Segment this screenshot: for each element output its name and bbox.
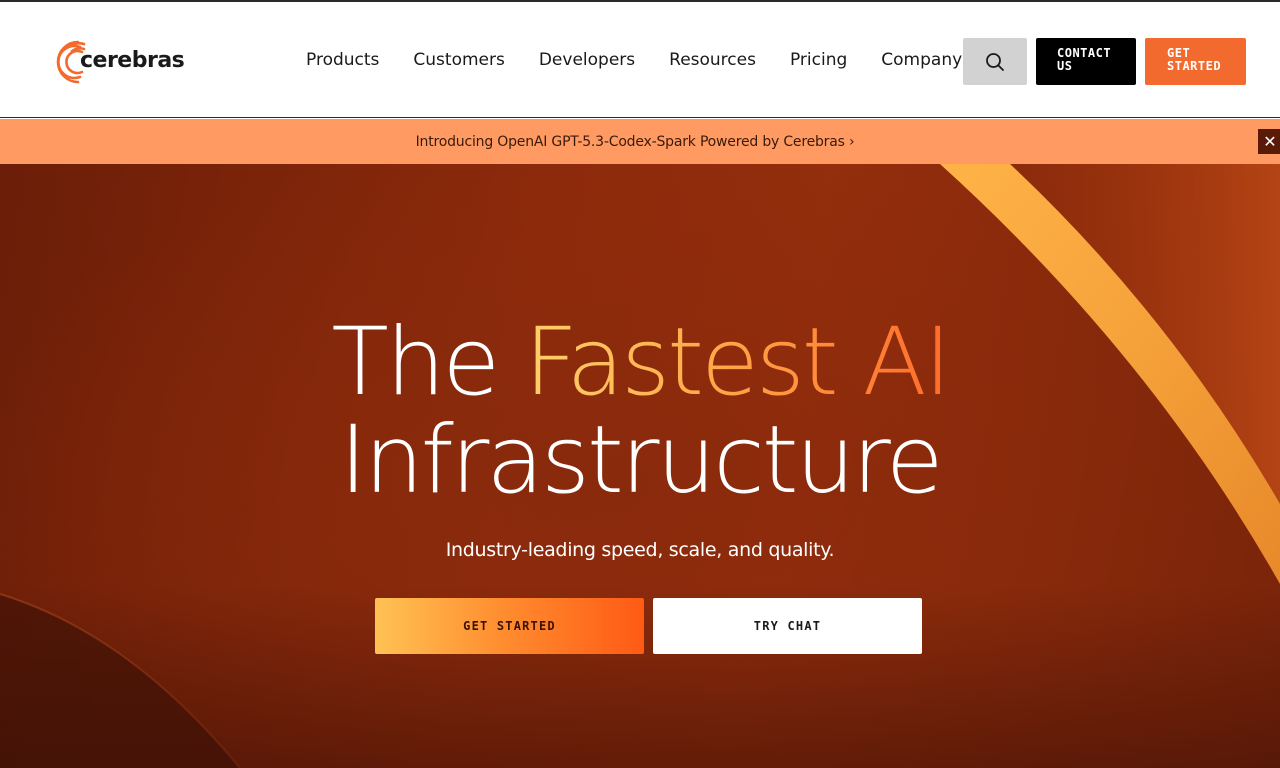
nav-item-company[interactable]: Company [881, 50, 962, 70]
close-icon[interactable]: ✕ [1258, 129, 1280, 154]
contact-us-button[interactable]: CONTACT US [1036, 38, 1136, 85]
hero-section: The Fastest AI Infrastructure Industry-l… [0, 164, 1280, 768]
contact-label-line2: US [1057, 59, 1073, 73]
site-header: cerebras Products Customers Developers R… [0, 0, 1280, 118]
hero-title-line2: Infrastructure [339, 406, 943, 515]
hero-title-line1: The Fastest AI [0, 314, 1280, 412]
announcement-link[interactable]: Introducing OpenAI GPT-5.3-Codex-Spark P… [416, 134, 855, 150]
nav-item-customers[interactable]: Customers [413, 50, 504, 70]
cerebras-logo[interactable]: cerebras [50, 36, 185, 88]
header-get-started-button[interactable]: GET STARTED [1145, 38, 1246, 85]
main-nav: Products Customers Developers Resources … [306, 50, 996, 70]
hero-title-prefix: The [331, 308, 525, 417]
announcement-text: Introducing OpenAI GPT-5.3-Codex-Spark P… [415, 133, 845, 150]
try-chat-button[interactable]: TRY CHAT [653, 598, 922, 654]
hero-subtitle: Industry-leading speed, scale, and quali… [445, 539, 835, 561]
search-button[interactable] [963, 38, 1027, 85]
announcement-bar: Introducing OpenAI GPT-5.3-Codex-Spark P… [0, 119, 1280, 164]
nav-item-developers[interactable]: Developers [539, 50, 635, 70]
brand-name: cerebras [80, 48, 185, 73]
get-started-line2: STARTED [1167, 59, 1222, 73]
chevron-right-icon: › [848, 133, 855, 150]
nav-item-products[interactable]: Products [306, 50, 379, 70]
hero-get-started-button[interactable]: GET STARTED [375, 598, 644, 654]
nav-item-pricing[interactable]: Pricing [790, 50, 847, 70]
hero-title-accent: Fastest AI [524, 308, 951, 417]
hero-title: The Fastest AI Infrastructure [0, 314, 1280, 510]
search-icon [986, 52, 1004, 71]
nav-item-resources[interactable]: Resources [669, 50, 756, 70]
